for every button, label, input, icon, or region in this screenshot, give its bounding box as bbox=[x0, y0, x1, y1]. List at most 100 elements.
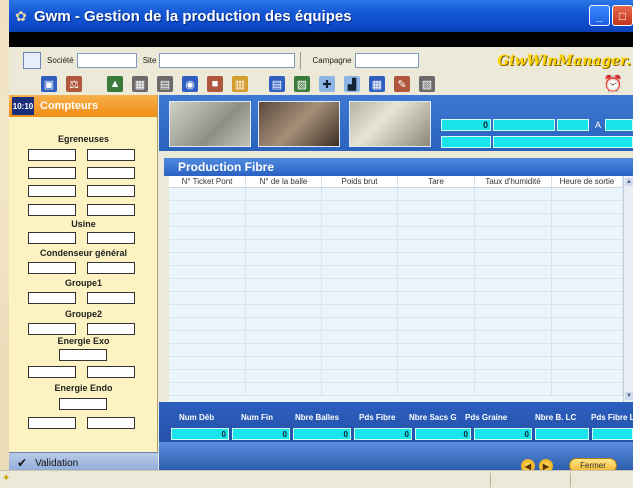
table-cell[interactable] bbox=[475, 305, 552, 317]
table-cell[interactable] bbox=[322, 370, 398, 382]
pds-graine-field[interactable]: 0 bbox=[474, 428, 532, 440]
counter-field[interactable] bbox=[59, 398, 107, 410]
table-cell[interactable] bbox=[322, 214, 398, 226]
table-cell[interactable] bbox=[398, 331, 475, 343]
counter-field[interactable] bbox=[87, 204, 135, 216]
table-cell[interactable] bbox=[246, 188, 322, 200]
table-cell[interactable] bbox=[246, 370, 322, 382]
counter-field[interactable] bbox=[28, 167, 76, 179]
table-cell[interactable] bbox=[169, 266, 246, 278]
table-cell[interactable] bbox=[475, 253, 552, 265]
table-cell[interactable] bbox=[552, 331, 623, 343]
num-fin-field[interactable]: 0 bbox=[232, 428, 290, 440]
col-humidite[interactable]: Taux d'humidité bbox=[475, 176, 552, 187]
truck-icon[interactable]: ■ bbox=[207, 76, 223, 92]
table-cell[interactable] bbox=[552, 383, 623, 395]
counter-field[interactable] bbox=[87, 417, 135, 429]
col-ticket[interactable]: N° Ticket Pont bbox=[169, 176, 246, 187]
table-cell[interactable] bbox=[169, 253, 246, 265]
table-cell[interactable] bbox=[246, 331, 322, 343]
table-cell[interactable] bbox=[552, 279, 623, 291]
table-cell[interactable] bbox=[169, 279, 246, 291]
counter-field[interactable] bbox=[87, 167, 135, 179]
counter-field[interactable] bbox=[87, 185, 135, 197]
table-cell[interactable] bbox=[398, 318, 475, 330]
table-cell[interactable] bbox=[398, 279, 475, 291]
table-cell[interactable] bbox=[246, 240, 322, 252]
table-cell[interactable] bbox=[322, 227, 398, 239]
camera-icon[interactable]: ◉ bbox=[182, 76, 198, 92]
table-icon[interactable]: ▦ bbox=[369, 76, 385, 92]
table-cell[interactable] bbox=[475, 214, 552, 226]
table-cell[interactable] bbox=[169, 344, 246, 356]
pds-fibre-field[interactable]: 0 bbox=[354, 428, 412, 440]
table-cell[interactable] bbox=[475, 266, 552, 278]
counter-field[interactable] bbox=[28, 292, 76, 304]
table-cell[interactable] bbox=[246, 383, 322, 395]
table-cell[interactable] bbox=[475, 292, 552, 304]
table-cell[interactable] bbox=[246, 266, 322, 278]
table-cell[interactable] bbox=[398, 201, 475, 213]
table-cell[interactable] bbox=[246, 292, 322, 304]
graph-icon[interactable]: ▟ bbox=[344, 76, 360, 92]
table-cell[interactable] bbox=[322, 383, 398, 395]
table-cell[interactable] bbox=[475, 318, 552, 330]
counter-field[interactable] bbox=[28, 262, 76, 274]
table-cell[interactable] bbox=[169, 357, 246, 369]
range-mid-field[interactable] bbox=[493, 119, 555, 131]
grid-icon[interactable]: ▦ bbox=[132, 76, 148, 92]
counter-field[interactable] bbox=[28, 204, 76, 216]
table-row[interactable] bbox=[169, 279, 633, 292]
info-field[interactable] bbox=[441, 136, 491, 148]
range-end-field[interactable] bbox=[605, 119, 633, 131]
table-cell[interactable] bbox=[169, 214, 246, 226]
table-cell[interactable] bbox=[552, 318, 623, 330]
counter-field[interactable] bbox=[59, 349, 107, 361]
table-cell[interactable] bbox=[552, 214, 623, 226]
counter-field[interactable] bbox=[87, 292, 135, 304]
counter-field[interactable] bbox=[87, 323, 135, 335]
alarm-icon[interactable]: ⏰ bbox=[603, 74, 623, 94]
table-cell[interactable] bbox=[322, 279, 398, 291]
add-icon[interactable]: ✚ bbox=[319, 76, 335, 92]
nbre-blc-field[interactable] bbox=[535, 428, 589, 440]
table-cell[interactable] bbox=[169, 305, 246, 317]
table-cell[interactable] bbox=[475, 201, 552, 213]
table-cell[interactable] bbox=[246, 279, 322, 291]
image-icon[interactable]: ▨ bbox=[294, 76, 310, 92]
table-cell[interactable] bbox=[398, 305, 475, 317]
table-cell[interactable] bbox=[322, 253, 398, 265]
table-cell[interactable] bbox=[246, 253, 322, 265]
table-row[interactable] bbox=[169, 383, 633, 396]
table-cell[interactable] bbox=[398, 253, 475, 265]
table-cell[interactable] bbox=[475, 344, 552, 356]
table-cell[interactable] bbox=[475, 383, 552, 395]
table-row[interactable] bbox=[169, 201, 633, 214]
counter-field[interactable] bbox=[87, 149, 135, 161]
scale-icon[interactable]: ⚖ bbox=[66, 76, 82, 92]
title-bar[interactable]: ✿ Gwm - Gestion de la production des équ… bbox=[9, 0, 633, 32]
table-cell[interactable] bbox=[475, 370, 552, 382]
table-cell[interactable] bbox=[246, 344, 322, 356]
societe-field[interactable] bbox=[76, 53, 137, 68]
counter-field[interactable] bbox=[28, 149, 76, 161]
table-cell[interactable] bbox=[246, 201, 322, 213]
table-row[interactable] bbox=[169, 214, 633, 227]
minimize-button[interactable]: _ bbox=[589, 5, 610, 26]
table-row[interactable] bbox=[169, 240, 633, 253]
table-cell[interactable] bbox=[475, 279, 552, 291]
table-row[interactable] bbox=[169, 292, 633, 305]
info-field-wide[interactable] bbox=[493, 136, 633, 148]
table-cell[interactable] bbox=[322, 188, 398, 200]
maximize-button[interactable]: □ bbox=[612, 5, 633, 26]
counter-field[interactable] bbox=[28, 185, 76, 197]
table-row[interactable] bbox=[169, 357, 633, 370]
table-cell[interactable] bbox=[552, 201, 623, 213]
table-cell[interactable] bbox=[552, 305, 623, 317]
edit-icon[interactable]: ✎ bbox=[394, 76, 410, 92]
table-cell[interactable] bbox=[398, 214, 475, 226]
table-cell[interactable] bbox=[322, 318, 398, 330]
table-cell[interactable] bbox=[322, 344, 398, 356]
table-cell[interactable] bbox=[552, 227, 623, 239]
table-cell[interactable] bbox=[169, 227, 246, 239]
